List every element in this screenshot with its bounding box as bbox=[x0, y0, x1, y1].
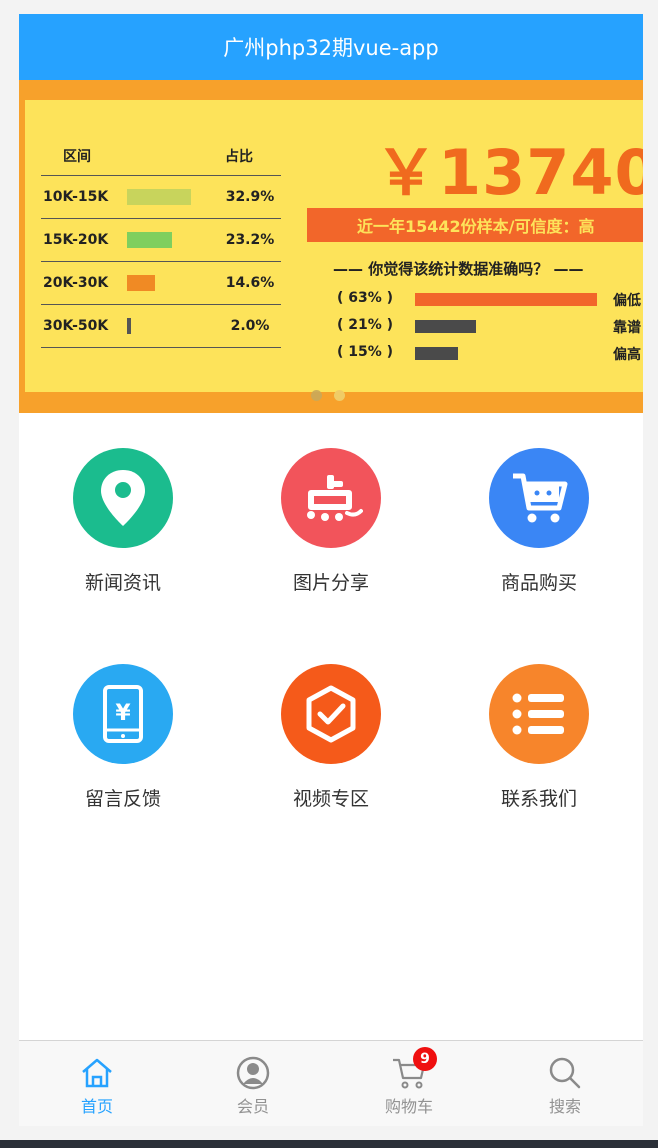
salary-amount: ￥13740 bbox=[375, 136, 643, 209]
vote-percent: ( 63% ) bbox=[337, 290, 394, 306]
tab-label: 首页 bbox=[80, 1097, 113, 1116]
range-header: 区间 bbox=[63, 148, 91, 165]
bottom-tab-bar: 首页 会员 9 购物车 搜索 bbox=[19, 1040, 643, 1126]
banner-slide[interactable]: 区间 占比 10K-15K 32.9% 15K-20K 23.2% 20K-30K 14.… bbox=[25, 100, 643, 392]
vote-percent: ( 21% ) bbox=[337, 317, 394, 333]
grid-item-news[interactable]: 新闻资讯 bbox=[19, 413, 227, 613]
user-icon bbox=[233, 1055, 273, 1091]
tab-member[interactable]: 会员 bbox=[175, 1041, 331, 1126]
survey-question: —— 你觉得该统计数据准确吗？ —— bbox=[333, 260, 584, 278]
grid-item-label: 商品购买 bbox=[500, 572, 577, 594]
percent-cell: 23.2% bbox=[225, 232, 275, 248]
range-bar bbox=[127, 318, 131, 334]
percent-cell: 32.9% bbox=[225, 189, 275, 205]
table-row: 20K-30K 14.6% bbox=[41, 262, 281, 305]
system-nav-bar bbox=[0, 1140, 658, 1148]
vote-row: ( 15% ) 偏高 bbox=[337, 344, 643, 364]
carousel-dot-2[interactable] bbox=[334, 390, 345, 401]
range-bar-track bbox=[127, 318, 219, 334]
range-bar-track bbox=[127, 275, 219, 291]
carousel-dot-1[interactable] bbox=[311, 390, 322, 401]
percent-cell: 2.0% bbox=[230, 318, 270, 334]
vote-bar bbox=[415, 320, 476, 333]
tab-cart[interactable]: 9 购物车 bbox=[331, 1041, 487, 1126]
home-icon bbox=[77, 1055, 117, 1091]
grid-item-label: 留言反馈 bbox=[84, 788, 161, 810]
sample-text: 近一年15442份样本/可信度：高 bbox=[307, 208, 643, 242]
location-pin-icon bbox=[73, 448, 173, 548]
range-cell: 20K-30K bbox=[43, 275, 109, 291]
search-icon bbox=[545, 1055, 585, 1091]
cart-count-badge: 9 bbox=[413, 1047, 437, 1071]
vote-row: ( 21% ) 靠谱 bbox=[337, 317, 643, 337]
app-header: 广州php32期vue-app bbox=[19, 14, 643, 80]
grid-item-label: 联系我们 bbox=[500, 788, 577, 810]
tab-label: 购物车 bbox=[384, 1097, 433, 1116]
range-bar bbox=[127, 189, 191, 205]
range-cell: 30K-50K bbox=[43, 318, 109, 334]
range-bar-track bbox=[127, 189, 219, 205]
percent-header: 占比 bbox=[225, 148, 253, 165]
vote-label: 偏低 bbox=[613, 293, 641, 309]
percent-cell: 14.6% bbox=[225, 275, 275, 291]
app-screen: 广州php32期vue-app 区间 占比 10K-15K 32.9% 15K-20… bbox=[19, 14, 643, 1126]
range-cell: 15K-20K bbox=[43, 232, 109, 248]
carousel-indicators bbox=[311, 390, 345, 401]
range-bar bbox=[127, 275, 155, 291]
grid-item-contact[interactable]: 联系我们 bbox=[435, 629, 643, 829]
grid-item-feedback[interactable]: ¥ 留言反馈 bbox=[19, 629, 227, 829]
grid-item-label: 视频专区 bbox=[292, 788, 369, 810]
table-row: 10K-15K 32.9% bbox=[41, 176, 281, 219]
page-title: 广州php32期vue-app bbox=[223, 36, 439, 60]
vote-bar bbox=[415, 293, 597, 306]
svg-text:¥: ¥ bbox=[115, 701, 131, 726]
grid-item-shop[interactable]: 商品购买 bbox=[435, 413, 643, 613]
range-cell: 10K-15K bbox=[43, 189, 109, 205]
vote-bar bbox=[415, 347, 458, 360]
vote-percent: ( 15% ) bbox=[337, 344, 394, 360]
vote-label: 靠谱 bbox=[613, 320, 641, 336]
table-header: 区间 占比 bbox=[41, 136, 281, 176]
grid-item-video[interactable]: 视频专区 bbox=[227, 629, 435, 829]
range-bar bbox=[127, 232, 172, 248]
grid-item-label: 新闻资讯 bbox=[84, 572, 161, 594]
shopping-cart-icon bbox=[489, 448, 589, 548]
banner-carousel[interactable]: 区间 占比 10K-15K 32.9% 15K-20K 23.2% 20K-30K 14.… bbox=[19, 80, 643, 413]
vote-row: ( 63% ) 偏低 bbox=[337, 290, 643, 310]
check-hexagon-icon bbox=[281, 664, 381, 764]
dianping-icon bbox=[281, 448, 381, 548]
range-bar-track bbox=[127, 232, 219, 248]
salary-distribution-table: 区间 占比 10K-15K 32.9% 15K-20K 23.2% 20K-30K 14.… bbox=[41, 136, 281, 348]
table-row: 30K-50K 2.0% bbox=[41, 305, 281, 348]
vote-label: 偏高 bbox=[613, 347, 641, 363]
list-icon bbox=[489, 664, 589, 764]
grid-item-label: 图片分享 bbox=[292, 572, 369, 594]
tab-search[interactable]: 搜索 bbox=[487, 1041, 643, 1126]
tab-home[interactable]: 首页 bbox=[19, 1041, 175, 1126]
tab-label: 会员 bbox=[236, 1097, 269, 1116]
tab-label: 搜索 bbox=[548, 1097, 581, 1116]
table-row: 15K-20K 23.2% bbox=[41, 219, 281, 262]
grid-item-photos[interactable]: 图片分享 bbox=[227, 413, 435, 613]
phone-yen-icon: ¥ bbox=[73, 664, 173, 764]
